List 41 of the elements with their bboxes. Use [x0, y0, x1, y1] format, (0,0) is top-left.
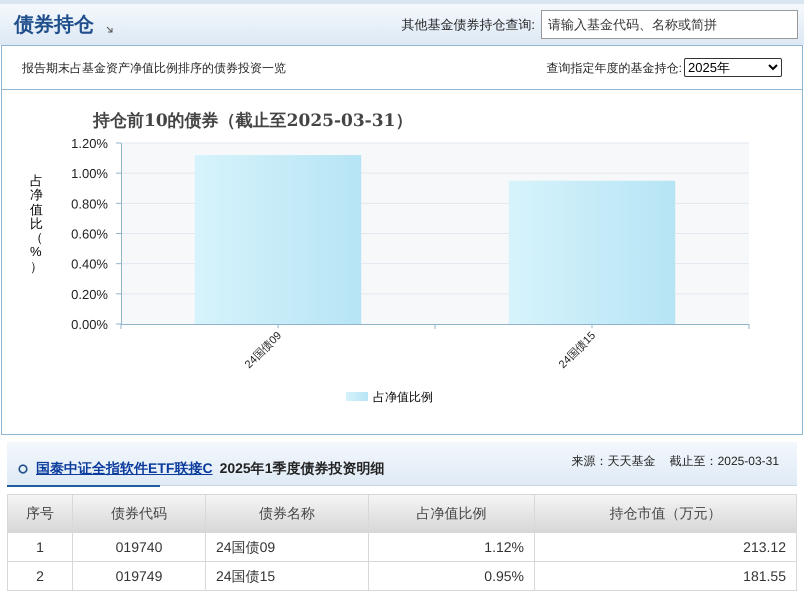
column-header: 债券代码 — [72, 494, 206, 532]
arrow-icon — [106, 26, 113, 33]
y-tick-label: 0.80% — [71, 196, 108, 212]
table-cell: 2 — [8, 562, 72, 590]
circle-icon — [18, 464, 28, 474]
column-header: 债券名称 — [206, 494, 368, 532]
fund-link[interactable]: 国泰中证全指软件ETF联接C — [36, 458, 213, 479]
section-title: 2025年1季度债券投资明细 — [220, 459, 384, 478]
column-header: 序号 — [8, 494, 72, 532]
chart-title: 持仓前10的债券（截止至2025-03-31） — [93, 111, 412, 131]
column-header: 占净值比例 — [368, 494, 534, 532]
table-cell: 24国债15 — [206, 562, 368, 590]
as-of-date: 截止至：2025-03-31 — [670, 453, 779, 470]
x-tick-label: 24国债15 — [556, 330, 598, 371]
y-tick-label: 1.00% — [71, 166, 108, 182]
table-cell: 019749 — [72, 562, 206, 590]
source-text: 来源：天天基金 — [572, 453, 656, 470]
search-field[interactable]: 请输入基金代码、名称或简拼 — [541, 10, 798, 39]
table-cell: 24国债09 — [206, 532, 368, 562]
table-cell: 1 — [8, 532, 72, 562]
x-tick-label: 24国债09 — [242, 330, 284, 371]
table-cell: 1.12% — [368, 532, 534, 562]
y-axis-label: 占净值比（%） — [30, 174, 43, 276]
table-cell: 213.12 — [534, 532, 796, 562]
y-tick-label: 0.20% — [71, 286, 108, 302]
page-title: 债券持仓 — [14, 12, 94, 38]
year-label: 查询指定年度的基金持仓: — [546, 60, 682, 76]
table-cell: 019740 — [72, 532, 206, 562]
summary-text: 报告期末占基金资产净值比例排序的债券投资一览 — [22, 60, 286, 76]
year-select[interactable]: 2025年 — [684, 58, 782, 77]
table-cell: 181.55 — [534, 562, 796, 590]
legend-label: 占净值比例 — [373, 390, 433, 404]
table-cell: 0.95% — [368, 562, 534, 590]
legend-swatch — [346, 392, 368, 401]
y-tick-label: 0.60% — [71, 226, 108, 242]
column-header: 持仓市值（万元） — [534, 494, 796, 532]
search-label: 其他基金债券持仓查询: — [401, 16, 535, 34]
y-tick-label: 0.40% — [71, 256, 108, 272]
caret-icon — [768, 64, 778, 71]
y-tick-label: 1.20% — [71, 136, 108, 151]
y-tick-label: 0.00% — [71, 317, 108, 332]
